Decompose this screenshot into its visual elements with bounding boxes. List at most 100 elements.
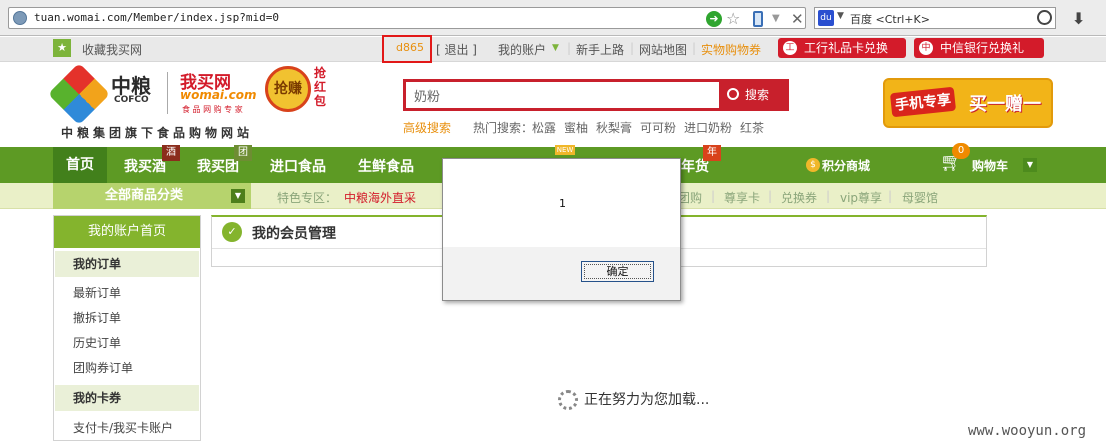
- all-categories-button[interactable]: 全部商品分类 ▼: [53, 183, 251, 209]
- search-input[interactable]: [406, 82, 718, 108]
- advanced-search-link[interactable]: 高级搜索: [403, 119, 451, 136]
- special-zone-label: 特色专区：: [277, 191, 338, 205]
- hot-search-label: 热门搜索：: [473, 121, 534, 135]
- baidu-icon[interactable]: du: [818, 10, 834, 26]
- nav-home[interactable]: 首页: [53, 147, 107, 183]
- search-icon: [727, 88, 739, 100]
- cofco-logo-icon[interactable]: [47, 62, 111, 126]
- sidebar-section-cards: 我的卡券: [55, 385, 199, 411]
- sidebar-item-pay-card[interactable]: 支付卡/我买卡账户: [73, 419, 173, 436]
- search-button[interactable]: 搜索: [719, 81, 788, 109]
- nav-fresh[interactable]: 生鲜食品: [358, 156, 414, 176]
- promo-offer: 买一赠一: [969, 94, 1041, 115]
- points-mall-link[interactable]: 积分商城: [822, 157, 870, 174]
- go-icon[interactable]: ➜: [706, 11, 722, 27]
- browser-toolbar: tuan.womai.com/Member/index.jsp?mid=0 ➜ …: [0, 0, 1106, 36]
- subnav-link[interactable]: 中粮海外直采: [344, 189, 416, 206]
- sidebar-item-coupon-orders[interactable]: 团购券订单: [73, 359, 133, 376]
- browser-search-bar[interactable]: du ▼ 百度 <Ctrl+K>: [814, 7, 1056, 29]
- sidebar-item-split-orders[interactable]: 撤拆订单: [73, 309, 121, 326]
- watermark: www.wooyun.org: [968, 423, 1087, 439]
- download-icon[interactable]: ⬇: [1072, 9, 1085, 28]
- subnav-link[interactable]: 团购: [678, 189, 702, 206]
- sitemap-link[interactable]: 网站地图: [639, 41, 687, 58]
- mobile-promo-banner[interactable]: 手机专享 买一赠一: [883, 78, 1053, 128]
- cart-link[interactable]: 购物车: [972, 157, 1008, 174]
- sidebar-item-account-home[interactable]: 我的账户首页: [54, 216, 200, 248]
- divider: |: [692, 41, 697, 55]
- coin-icon: $: [806, 158, 820, 172]
- star-icon[interactable]: ☆: [726, 11, 742, 27]
- magnifier-icon[interactable]: [1037, 10, 1052, 25]
- sidebar-item-history-orders[interactable]: 历史订单: [73, 334, 121, 351]
- username-link[interactable]: d865: [396, 41, 424, 54]
- account-sidebar: 我的账户首页 我的订单 最新订单 撤拆订单 历史订单 团购券订单 我的卡券 支付…: [53, 215, 201, 441]
- chevron-down-icon[interactable]: ▼: [837, 11, 844, 21]
- ok-button[interactable]: 确定: [581, 261, 654, 282]
- brand-domain: womai.com: [180, 88, 257, 102]
- logo-en: COFCO: [114, 95, 149, 105]
- nav-wine[interactable]: 我买酒: [124, 156, 166, 176]
- dialog-body: 1: [443, 159, 680, 247]
- subnav-link[interactable]: 母婴馆: [902, 189, 938, 206]
- sidebar-section-orders: 我的订单: [55, 251, 199, 277]
- star-icon[interactable]: ★: [53, 39, 71, 57]
- divider: |: [768, 189, 773, 203]
- brand-slogan: 食 品 网 购 专 家: [182, 105, 243, 114]
- bank-icon: 工: [783, 41, 797, 55]
- hot-term[interactable]: 进口奶粉: [684, 119, 732, 136]
- globe-icon: [13, 11, 27, 25]
- site-tagline: 中粮集团旗下食品购物网站: [61, 126, 254, 140]
- hot-term[interactable]: 秋梨膏: [596, 119, 632, 136]
- divider: [167, 72, 168, 114]
- red-packet-badge[interactable]: 抢赚: [265, 66, 311, 112]
- my-account-link[interactable]: 我的账户: [498, 41, 546, 58]
- hot-term[interactable]: 可可粉: [640, 119, 676, 136]
- loading-spinner-icon: [558, 390, 578, 410]
- page-title: 我的会员管理: [252, 226, 336, 242]
- chevron-down-icon[interactable]: ▼: [552, 43, 559, 53]
- divider: |: [567, 41, 572, 55]
- address-bar[interactable]: tuan.womai.com/Member/index.jsp?mid=0 ➜ …: [8, 7, 806, 29]
- stop-icon[interactable]: ✕: [791, 11, 807, 27]
- new-tag: NEW: [555, 145, 575, 155]
- member-icon: ✓: [222, 222, 242, 242]
- dialog-message: 1: [559, 197, 566, 210]
- alert-dialog: 1 确定: [442, 158, 681, 301]
- icbc-button[interactable]: 工 工行礼品卡兑换: [778, 38, 906, 58]
- username-highlight: d865: [382, 35, 432, 63]
- red-packet-label[interactable]: 抢红包: [314, 66, 328, 108]
- phone-icon[interactable]: [753, 11, 763, 27]
- group-tag: 团: [234, 145, 252, 161]
- citic-button[interactable]: 中 中信银行兑换礼: [914, 38, 1044, 58]
- site-topbar: ★ 收藏我买网 d865 [ 退出 ] 我的账户 ▼ | 新手上路 | 网站地图…: [0, 35, 1106, 63]
- sidebar-item-latest-orders[interactable]: 最新订单: [73, 284, 121, 301]
- favorite-link[interactable]: 收藏我买网: [82, 41, 142, 58]
- dropdown-icon[interactable]: ▼: [772, 11, 788, 27]
- nav-imported[interactable]: 进口食品: [270, 156, 326, 176]
- promo-label: 手机专享: [889, 86, 957, 118]
- address-text[interactable]: tuan.womai.com/Member/index.jsp?mid=0: [34, 11, 279, 24]
- newbie-link[interactable]: 新手上路: [576, 41, 624, 58]
- new-year-tag: 年: [703, 145, 721, 161]
- logout-link[interactable]: [ 退出 ]: [436, 41, 477, 58]
- divider: |: [711, 189, 716, 203]
- divider: |: [888, 189, 893, 203]
- site-search: 搜索: [403, 79, 789, 111]
- nav-group-buy[interactable]: 我买团: [197, 156, 239, 176]
- hot-term[interactable]: 红茶: [740, 119, 764, 136]
- chevron-down-icon[interactable]: ▼: [1023, 158, 1037, 172]
- voucher-link[interactable]: 实物购物券: [701, 41, 761, 58]
- wine-tag: 酒: [162, 145, 180, 161]
- cart-count-badge: 0: [952, 143, 970, 159]
- divider: |: [826, 189, 831, 203]
- hot-term[interactable]: 蜜柚: [564, 119, 588, 136]
- chevron-down-icon[interactable]: ▼: [231, 189, 245, 203]
- subnav-link[interactable]: vip尊享: [840, 189, 882, 206]
- subnav-link[interactable]: 兑换券: [781, 189, 817, 206]
- bank-icon: 中: [919, 41, 933, 55]
- search-engine-placeholder: 百度 <Ctrl+K>: [850, 13, 930, 26]
- hot-term[interactable]: 松露: [532, 119, 556, 136]
- subnav-link[interactable]: 尊享卡: [724, 189, 760, 206]
- loading-text: 正在努力为您加载...: [584, 392, 710, 408]
